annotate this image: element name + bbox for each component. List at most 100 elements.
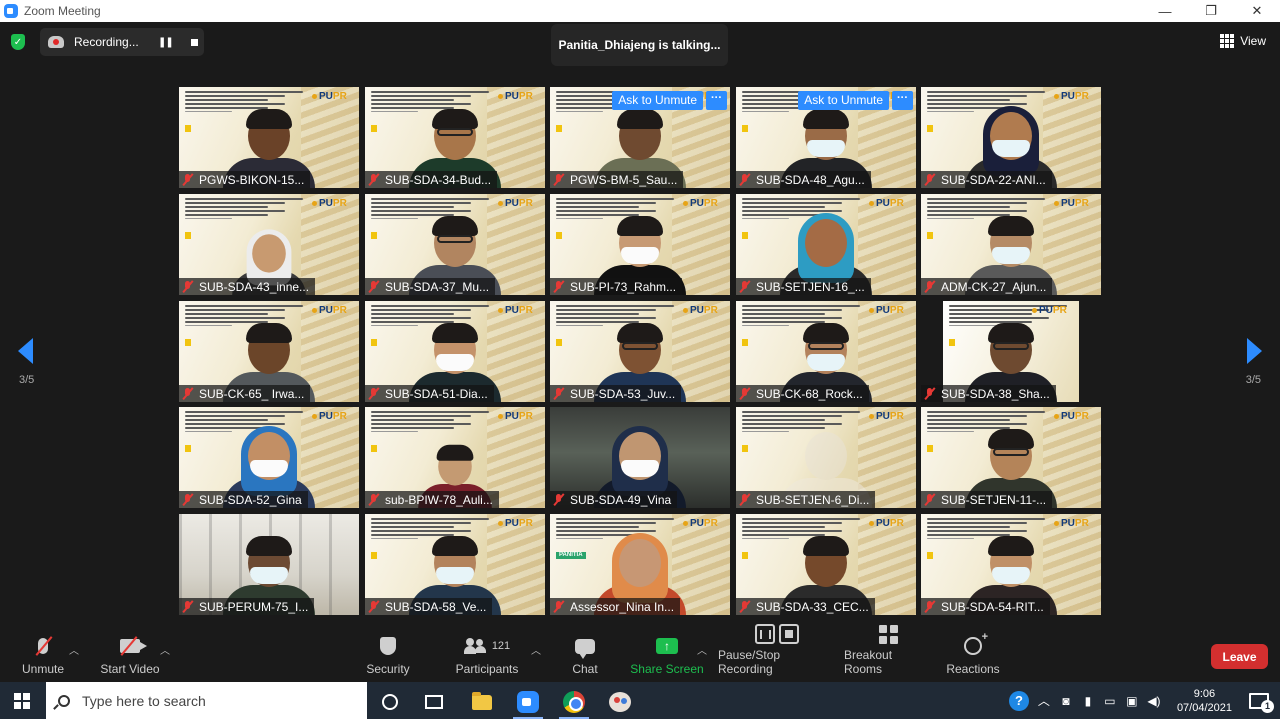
microphone-tray-icon[interactable]: ▮ bbox=[1081, 694, 1095, 708]
pupr-logo-icon: PUPR bbox=[869, 410, 911, 422]
participant-name-tag: SUB-SDA-58_Ve... bbox=[365, 598, 493, 615]
participants-icon bbox=[463, 638, 486, 654]
unmute-button[interactable]: Unmute bbox=[18, 630, 68, 682]
video-grid: PUPR PGWS-BIKON-15... PUPR SUB-SDA-34-Bud..… bbox=[179, 87, 1102, 615]
share-screen-button[interactable]: ↑ Share Screen bbox=[630, 630, 704, 682]
participant-name-tag: ADM-CK-27_Ajun... bbox=[921, 278, 1053, 295]
taskbar-search-input[interactable]: Type here to search bbox=[46, 682, 367, 719]
participant-video-tile[interactable]: PUPR PGWS-BIKON-15... bbox=[179, 87, 359, 188]
cortana-circle-icon bbox=[382, 694, 398, 710]
role-badge bbox=[742, 339, 748, 346]
role-badge bbox=[371, 125, 377, 132]
chrome-taskbar-button[interactable] bbox=[555, 688, 593, 719]
participant-name: SUB-PI-73_Rahm... bbox=[570, 279, 677, 294]
more-options-button[interactable]: ··· bbox=[892, 91, 913, 110]
participant-video-tile[interactable]: PUPR SUB-SDA-52_Gina bbox=[179, 407, 359, 508]
participant-video-tile[interactable]: SUB-SDA-49_Vina bbox=[550, 407, 730, 508]
pause-stop-recording-button[interactable]: Pause/Stop Recording bbox=[718, 624, 836, 682]
stop-recording-button[interactable] bbox=[190, 38, 198, 46]
task-view-button[interactable] bbox=[415, 688, 453, 716]
chat-button[interactable]: Chat bbox=[566, 630, 604, 682]
battery-icon[interactable]: ▭ bbox=[1103, 694, 1117, 708]
participant-name: SUB-CK-68_Rock... bbox=[756, 386, 863, 401]
meeting-stage: ✓ Recording... ❚❚ Panitia_Dhiajeng is ta… bbox=[0, 22, 1280, 630]
pupr-logo-icon: PUPR bbox=[683, 517, 725, 529]
help-icon[interactable]: ? bbox=[1008, 690, 1029, 711]
participant-name-tag: SUB-SDA-37_Mu... bbox=[365, 278, 496, 295]
more-options-button[interactable]: ··· bbox=[706, 91, 727, 110]
participants-options-chevron-icon[interactable]: ︿ bbox=[531, 642, 541, 657]
view-button[interactable]: View bbox=[1220, 34, 1266, 48]
participant-name-tag: SUB-CK-68_Rock... bbox=[736, 385, 869, 402]
participant-video-tile[interactable]: PUPR SUB-SDA-53_Juv... bbox=[550, 301, 730, 402]
participant-name: SUB-PERUM-75_I... bbox=[199, 599, 309, 614]
participant-video-tile[interactable]: PUPR SUB-SDA-58_Ve... bbox=[365, 514, 545, 615]
participants-button[interactable]: 121 Participants bbox=[452, 630, 522, 682]
video-options-chevron-icon[interactable]: ︿ bbox=[160, 642, 170, 657]
ask-to-unmute-button[interactable]: Ask to Unmute bbox=[612, 91, 703, 110]
participant-video-tile[interactable]: PUPR SUB-SDA-37_Mu... bbox=[365, 194, 545, 295]
participant-video-tile[interactable]: PUPR SUB-PI-73_Rahm... bbox=[550, 194, 730, 295]
participant-video-tile[interactable]: SUB-PERUM-75_I... bbox=[179, 514, 359, 615]
restore-button[interactable]: ❐ bbox=[1188, 0, 1234, 22]
participant-name-tag: sub-BPIW-78_Auli... bbox=[365, 491, 499, 508]
muted-microphone-icon bbox=[925, 174, 934, 185]
participant-video-tile[interactable]: PUPR SUB-SETJEN-16_... bbox=[736, 194, 916, 295]
reactions-label: Reactions bbox=[946, 662, 1000, 676]
participant-name: SUB-SETJEN-16_... bbox=[756, 279, 865, 294]
participant-video-tile[interactable]: PANITIA PUPR Assessor_Nina In... bbox=[550, 514, 730, 615]
show-hidden-icons-chevron-icon[interactable]: ︿ bbox=[1037, 692, 1051, 709]
taskbar-clock[interactable]: 9:06 07/04/2021 bbox=[1177, 687, 1232, 715]
reactions-button[interactable]: Reactions bbox=[946, 630, 1000, 682]
file-explorer-button[interactable] bbox=[463, 688, 501, 716]
notification-count: 1 bbox=[1261, 699, 1274, 713]
leave-button[interactable]: Leave bbox=[1211, 644, 1268, 669]
cortana-button[interactable] bbox=[371, 688, 409, 716]
participant-name-tag: Assessor_Nina In... bbox=[550, 598, 681, 615]
previous-page-arrow-icon[interactable] bbox=[18, 338, 33, 364]
participant-video-tile[interactable]: PUPR SUB-SDA-54-RIT... bbox=[921, 514, 1101, 615]
zoom-taskbar-button[interactable] bbox=[509, 688, 547, 719]
pupr-logo-icon: PUPR bbox=[869, 197, 911, 209]
search-icon bbox=[58, 694, 70, 707]
network-icon[interactable]: ▣ bbox=[1125, 694, 1139, 708]
participant-video-tile[interactable]: PUPR SUB-SDA-38_Sha... bbox=[921, 301, 1101, 402]
participant-video-tile[interactable]: PUPR SUB-SDA-43_inne... bbox=[179, 194, 359, 295]
role-badge bbox=[742, 125, 748, 132]
volume-icon[interactable]: ◀) bbox=[1147, 694, 1161, 708]
participant-video-tile[interactable]: PUPR SUB-SETJEN-11-... bbox=[921, 407, 1101, 508]
participant-video-tile[interactable]: PUPR SUB-SETJEN-6_Di... bbox=[736, 407, 916, 508]
participant-name-tag: SUB-SDA-22-ANI... bbox=[921, 171, 1052, 188]
windows-start-icon[interactable] bbox=[14, 693, 30, 709]
breakout-rooms-button[interactable]: Breakout Rooms bbox=[844, 625, 932, 682]
participant-video-tile[interactable]: PUPR SUB-SDA-33_CEC... bbox=[736, 514, 916, 615]
participant-video-tile[interactable]: PUPR SUB-CK-65_ Irwa... bbox=[179, 301, 359, 402]
camera-tray-icon[interactable]: ◙ bbox=[1059, 694, 1073, 708]
participant-video-tile[interactable]: PUPR SUB-SDA-34-Bud... bbox=[365, 87, 545, 188]
participant-video-tile[interactable]: PUPRSUB-SDA-48_Agu...Ask to Unmute··· bbox=[736, 87, 916, 188]
encryption-shield-icon[interactable]: ✓ bbox=[11, 34, 25, 50]
view-label: View bbox=[1240, 34, 1266, 48]
participants-count: 121 bbox=[491, 640, 511, 652]
participant-video-tile[interactable]: PUPR SUB-SDA-22-ANI... bbox=[921, 87, 1101, 188]
participant-video-tile[interactable]: PUPR sub-BPIW-78_Auli... bbox=[365, 407, 545, 508]
participant-video-tile[interactable]: PUPR SUB-SDA-51-Dia... bbox=[365, 301, 545, 402]
close-button[interactable]: ✕ bbox=[1234, 0, 1280, 22]
participant-video-tile[interactable]: PUPR ADM-CK-27_Ajun... bbox=[921, 194, 1101, 295]
share-options-chevron-icon[interactable]: ︿ bbox=[697, 642, 707, 657]
ask-to-unmute-button[interactable]: Ask to Unmute bbox=[798, 91, 889, 110]
security-button[interactable]: Security bbox=[362, 630, 414, 682]
muted-microphone-icon bbox=[554, 174, 563, 185]
participant-name: SUB-CK-65_ Irwa... bbox=[199, 386, 305, 401]
role-badge bbox=[556, 232, 562, 239]
paint-taskbar-button[interactable] bbox=[601, 688, 639, 716]
next-page-arrow-icon[interactable] bbox=[1247, 338, 1262, 364]
audio-options-chevron-icon[interactable]: ︿ bbox=[69, 642, 79, 657]
notification-center-icon[interactable]: 1 bbox=[1248, 691, 1274, 713]
participant-video-tile[interactable]: PUPR SUB-CK-68_Rock... bbox=[736, 301, 916, 402]
minimize-button[interactable]: — bbox=[1142, 0, 1188, 22]
muted-microphone-icon bbox=[740, 174, 749, 185]
participant-video-tile[interactable]: PUPRPGWS-BM-5_Sau...Ask to Unmute··· bbox=[550, 87, 730, 188]
start-video-button[interactable]: Start Video bbox=[96, 630, 164, 682]
pause-recording-button[interactable]: ❚❚ bbox=[158, 37, 174, 48]
